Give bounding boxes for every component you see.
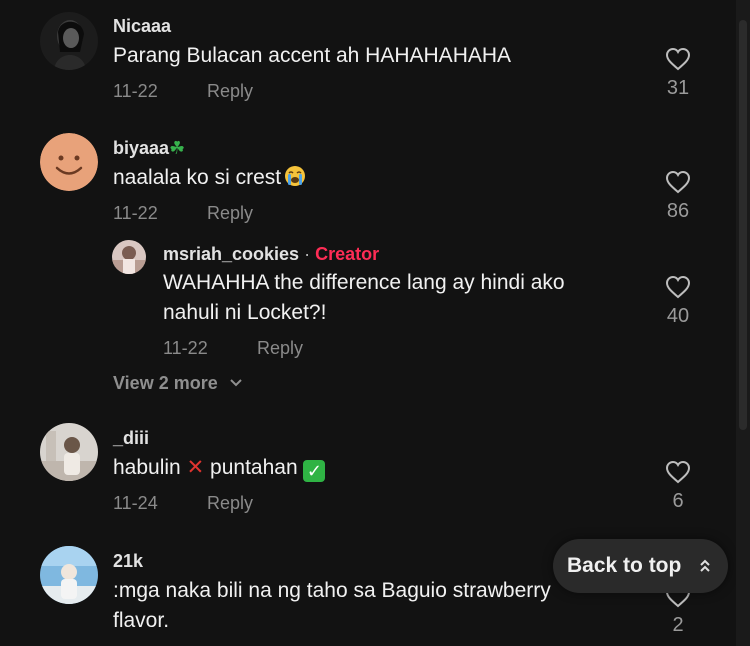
username[interactable]: biyaaa☘ <box>113 138 185 159</box>
reply-button[interactable]: Reply <box>207 81 253 101</box>
reply-date: 11-22 <box>163 338 208 358</box>
creator-badge: Creator <box>315 244 380 264</box>
like-count: 2 <box>672 614 684 636</box>
heart-icon <box>665 275 691 299</box>
comment-text: naalala ko si crest <box>113 163 306 193</box>
comments-panel: Nicaaa Parang Bulacan accent ah HAHAHAHA… <box>0 0 750 646</box>
cross-mark-icon: ✕ <box>186 456 205 479</box>
reply-meta: 11-22 Reply <box>163 338 303 359</box>
separator: · <box>304 244 311 264</box>
view-more-replies-button[interactable]: View 2 more <box>113 373 243 394</box>
username[interactable]: _diii <box>113 428 149 449</box>
reply-username[interactable]: msriah_cookies · Creator <box>163 244 379 265</box>
like-count: 31 <box>666 77 690 99</box>
like-count: 86 <box>666 200 690 222</box>
username[interactable]: Nicaaa <box>113 16 171 37</box>
comment-date: 11-24 <box>113 493 158 513</box>
crying-face-icon <box>284 165 306 187</box>
comment-date: 11-22 <box>113 81 158 101</box>
reply-text-line2: nahuli ni Locket?! <box>163 301 327 324</box>
comment-text-middle: puntahan <box>210 456 298 479</box>
like-button[interactable]: 40 <box>658 275 698 328</box>
comment-text: Parang Bulacan accent ah HAHAHAHAHA <box>113 44 512 67</box>
avatar[interactable] <box>112 240 146 274</box>
avatar[interactable] <box>40 546 98 604</box>
scrollbar[interactable] <box>736 0 750 646</box>
comment-text-line1: :mga naka bili na ng taho sa Baguio stra… <box>113 579 551 602</box>
comment-text: habulin ✕ puntahan ✓ <box>113 453 326 483</box>
comment-text-before: habulin <box>113 456 181 479</box>
check-mark-icon: ✓ <box>303 460 326 482</box>
comment-meta: 11-22 Reply <box>113 203 253 224</box>
username[interactable]: 21k <box>113 551 143 572</box>
reply-username-text: msriah_cookies <box>163 244 300 264</box>
view-more-label: View 2 more <box>113 373 218 393</box>
reply-button[interactable]: Reply <box>257 338 303 358</box>
comment-date: 11-22 <box>113 203 158 223</box>
comment-meta: 11-22 Reply <box>113 81 253 102</box>
comment-meta: 11-24 Reply <box>113 493 253 514</box>
reply-text-line1: WAHAHHA the difference lang ay hindi ako <box>163 271 565 294</box>
back-to-top-button[interactable]: Back to top <box>553 539 728 593</box>
reply-button[interactable]: Reply <box>207 493 253 513</box>
back-to-top-label: Back to top <box>567 554 682 577</box>
comment-text-line2: flavor. <box>113 609 170 632</box>
chevron-down-icon <box>230 379 242 387</box>
reply-button[interactable]: Reply <box>207 203 253 223</box>
comment-text-body: naalala ko si crest <box>113 166 282 189</box>
username-text: biyaaa <box>113 138 170 158</box>
heart-icon <box>665 460 691 484</box>
like-count: 6 <box>672 490 684 512</box>
heart-icon <box>665 170 691 194</box>
shamrock-icon: ☘ <box>169 138 186 158</box>
avatar[interactable] <box>40 423 98 481</box>
scrollbar-thumb[interactable] <box>739 20 747 430</box>
double-chevron-up-icon <box>700 559 710 572</box>
like-button[interactable]: 6 <box>658 460 698 513</box>
like-button[interactable]: 31 <box>658 47 698 100</box>
avatar[interactable] <box>40 12 98 70</box>
heart-icon <box>665 47 691 71</box>
like-count: 40 <box>666 305 690 327</box>
avatar[interactable] <box>40 133 98 191</box>
like-button[interactable]: 86 <box>658 170 698 223</box>
